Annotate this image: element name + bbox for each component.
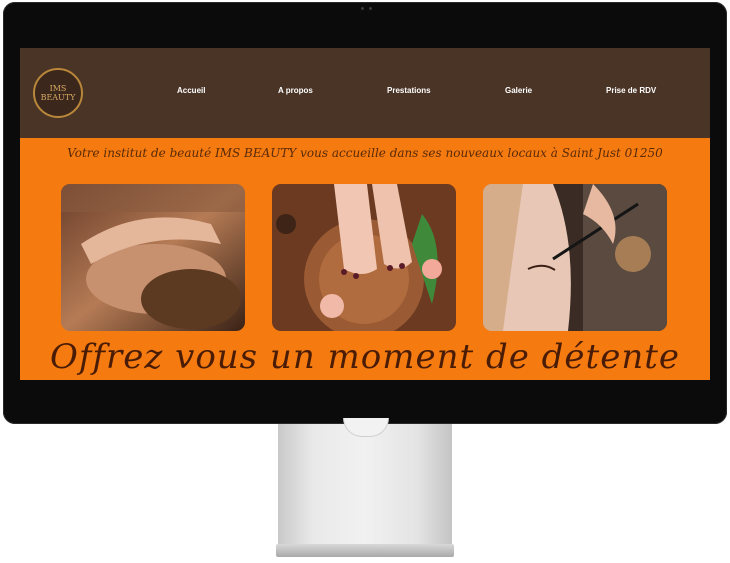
nav-prise-de-rdv[interactable]: Prise de RDV: [606, 86, 656, 95]
monitor-frame: IMS BEAUTY Accueil A propos Prestations …: [3, 2, 727, 424]
makeup-photo[interactable]: [483, 184, 667, 331]
tagline: Votre institut de beauté IMS BEAUTY vous…: [67, 146, 663, 160]
headline: Offrez vous un moment de détente .....: [49, 337, 681, 380]
logo-line-2: BEAUTY: [40, 93, 76, 102]
brand-logo[interactable]: IMS BEAUTY: [33, 68, 83, 118]
pedicure-photo[interactable]: [272, 184, 456, 331]
monitor-stand: [278, 424, 452, 544]
stand-base: [276, 544, 454, 557]
nav-accueil[interactable]: Accueil: [177, 86, 205, 95]
camera-icon: [369, 7, 372, 10]
nav-a-propos[interactable]: A propos: [278, 86, 313, 95]
nav-galerie[interactable]: Galerie: [505, 86, 532, 95]
nav-prestations[interactable]: Prestations: [387, 86, 431, 95]
camera-icon: [361, 7, 364, 10]
site-header: IMS BEAUTY Accueil A propos Prestations …: [20, 48, 710, 138]
website-screen: IMS BEAUTY Accueil A propos Prestations …: [20, 48, 710, 380]
massage-photo[interactable]: [61, 184, 245, 331]
logo-line-1: IMS: [49, 84, 67, 93]
